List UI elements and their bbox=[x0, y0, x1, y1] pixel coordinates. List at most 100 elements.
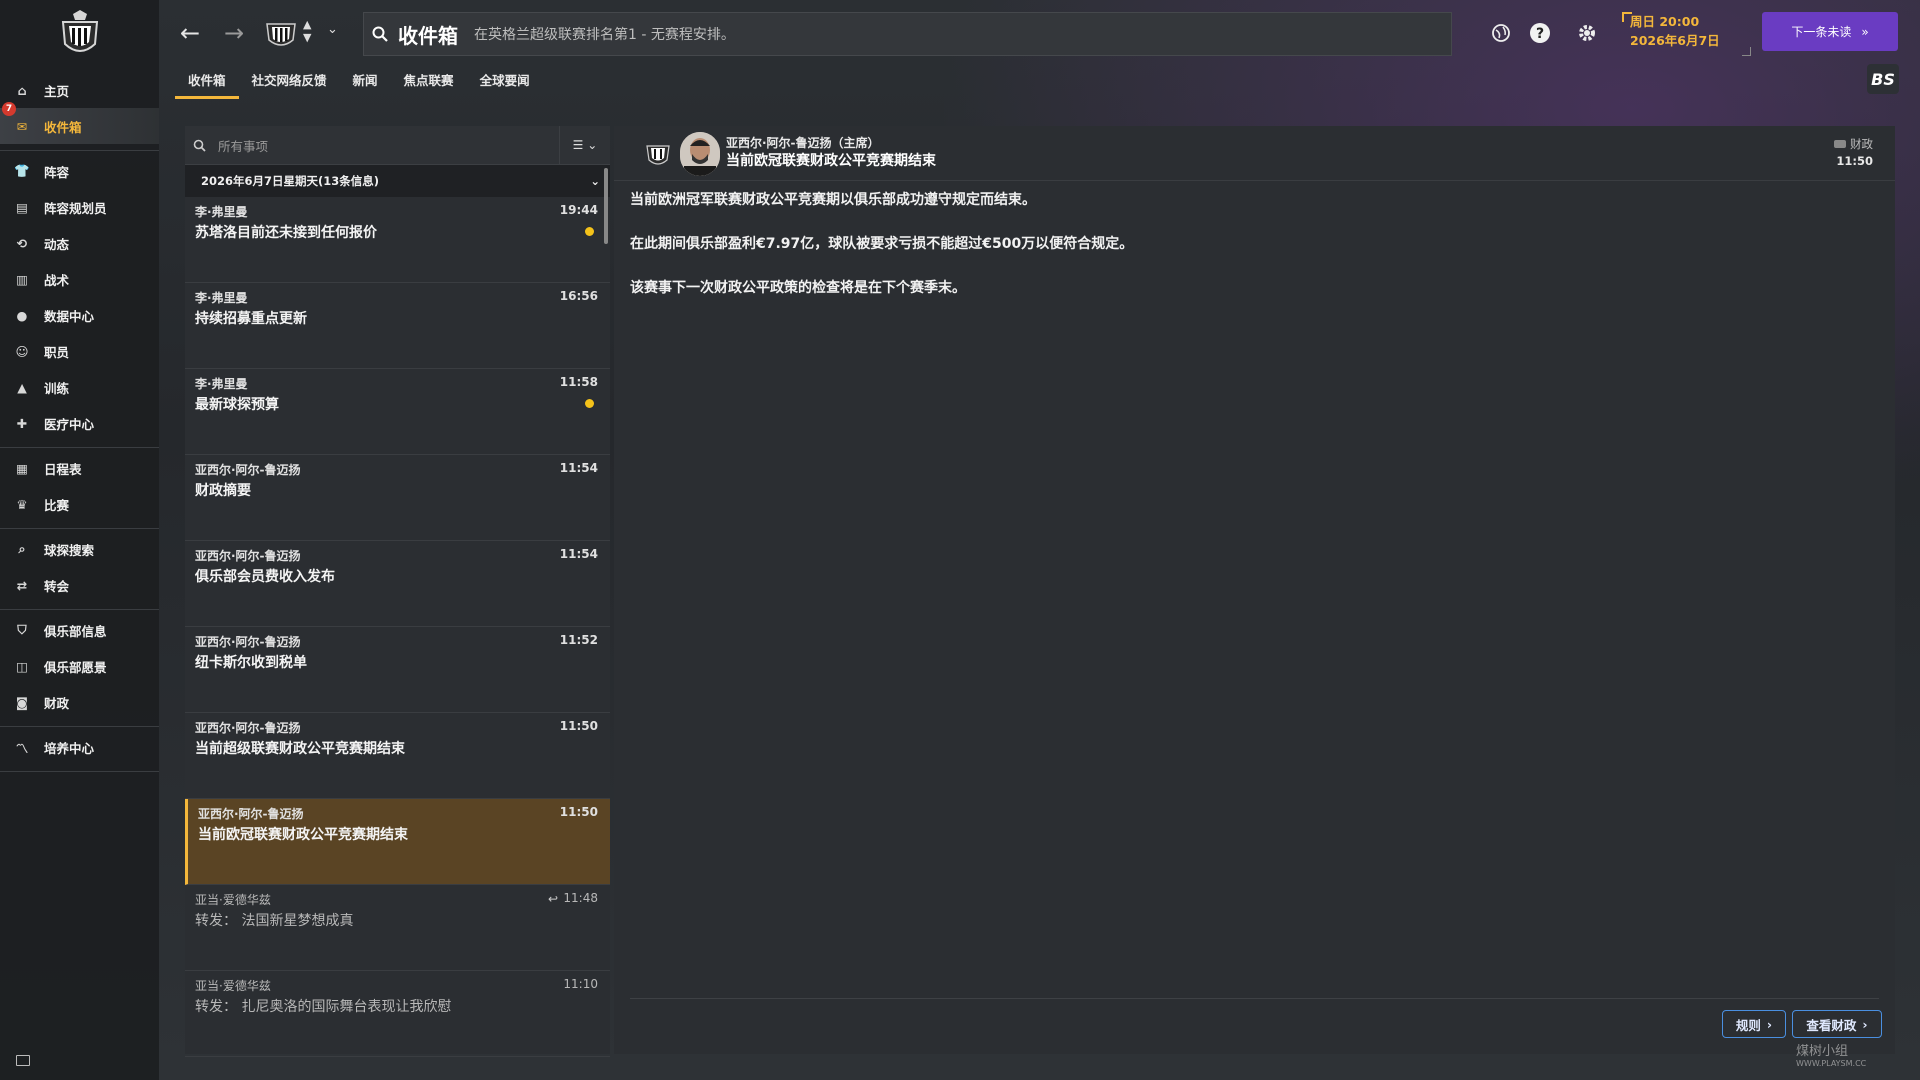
game-date[interactable]: 周日 20:00 2026年6月7日 bbox=[1622, 12, 1751, 56]
sidebar-item-label: 训练 bbox=[44, 380, 70, 396]
sidebar-item-label: 阵容 bbox=[44, 164, 70, 180]
sidebar-item-shield[interactable]: ⛉ 俱乐部信息 bbox=[0, 612, 159, 648]
message-subject: 当前欧冠联赛财政公平竞赛期结束 bbox=[198, 827, 408, 843]
svg-text:?: ? bbox=[1536, 26, 1544, 42]
tab-0[interactable]: 收件箱 bbox=[175, 68, 239, 99]
chevron-right-icon: › bbox=[1862, 1016, 1868, 1032]
nav-group: ⛉ 俱乐部信息 ◫ 俱乐部愿景 ◙ 财政 bbox=[0, 610, 159, 727]
message-subject: 苏塔洛目前还未接到任何报价 bbox=[195, 225, 377, 241]
message-sender: 亚西尔·阿尔-鲁迈扬 bbox=[195, 463, 301, 477]
sidebar-item-tactics[interactable]: ▥ 战术 bbox=[0, 261, 159, 297]
message-subject: 转发： 扎尼奥洛的国际舞台表现让我欣慰 bbox=[195, 999, 452, 1015]
sidebar-item-vision[interactable]: ◫ 俱乐部愿景 bbox=[0, 648, 159, 684]
sidebar-item-trophy[interactable]: ♛ 比赛 bbox=[0, 486, 159, 522]
sidebar-item-scout-search[interactable]: ⌕ 球探搜索 bbox=[0, 531, 159, 567]
finance-icon: ◙ bbox=[15, 694, 29, 710]
training-icon: ▲ bbox=[17, 379, 27, 395]
team-crest-icon[interactable] bbox=[262, 14, 300, 52]
tab-1[interactable]: 社交网络反馈 bbox=[239, 68, 340, 96]
sidebar-item-staff[interactable]: ☺ 职员 bbox=[0, 333, 159, 369]
sidebar-item-transfer[interactable]: ⇄ 转会 bbox=[0, 567, 159, 603]
message-time: 11:48 bbox=[563, 891, 598, 905]
page-search-bar[interactable]: 收件箱 在英格兰超级联赛排名第1 - 无赛程安排。 bbox=[363, 12, 1452, 56]
message-list-item[interactable]: 李·弗里曼 16:56 持续招募重点更新 bbox=[185, 283, 610, 369]
sidebar-item-dynamics[interactable]: ⟲ 动态 bbox=[0, 225, 159, 261]
world-icon[interactable] bbox=[1490, 22, 1512, 44]
category-label: 财政 bbox=[1850, 137, 1873, 151]
message-list-item[interactable]: 亚当·爱德华兹 11:10 转发： 扎尼奥洛的国际舞台表现让我欣慰 bbox=[185, 971, 610, 1057]
sidebar-item-label: 比赛 bbox=[44, 497, 70, 513]
sidebar-item-inbox[interactable]: ✉ 收件箱 7 bbox=[0, 102, 159, 144]
sidebar-item-training[interactable]: ▲ 训练 bbox=[0, 369, 159, 405]
message-subject: 俱乐部会员费收入发布 bbox=[195, 569, 335, 585]
sidebar-item-label: 俱乐部愿景 bbox=[44, 659, 107, 675]
message-body: 当前欧洲冠军联赛财政公平竞赛期以俱乐部成功遵守规定而结束。 在此期间俱乐部盈利€… bbox=[630, 192, 1830, 324]
club-crest-icon[interactable] bbox=[55, 8, 105, 60]
sidebar-item-clipboard[interactable]: ▤ 阵容规划员 bbox=[0, 189, 159, 225]
team-switch-arrows-icon[interactable]: ▲ ▼ bbox=[303, 18, 311, 44]
shield-icon: ⛉ bbox=[17, 622, 27, 637]
unread-count-badge: 7 bbox=[2, 102, 16, 116]
message-list-item[interactable]: 亚当·爱德华兹 11:48 转发： 法国新星梦想成真 ↩ bbox=[185, 885, 610, 971]
chevron-down-icon[interactable]: ⌄ bbox=[327, 22, 338, 37]
message-sender: 亚当·爱德华兹 bbox=[195, 979, 271, 993]
brand-logo[interactable]: BS bbox=[1867, 64, 1899, 94]
forward-button[interactable]: → bbox=[219, 18, 249, 48]
nav-group: ▦ 日程表 ♛ 比赛 bbox=[0, 448, 159, 529]
rules-label: 规则 bbox=[1735, 1017, 1761, 1033]
sidebar-item-finance[interactable]: ◙ 财政 bbox=[0, 684, 159, 720]
message-list-item[interactable]: 亚西尔·阿尔-鲁迈扬 11:50 当前欧冠联赛财政公平竞赛期结束 bbox=[185, 799, 610, 885]
rules-button[interactable]: 规则 › bbox=[1722, 1010, 1786, 1038]
sidebar-item-label: 职员 bbox=[44, 344, 70, 360]
sidebar-item-data-hub[interactable]: ● 数据中心 bbox=[0, 297, 159, 333]
sidebar-item-label: 医疗中心 bbox=[44, 416, 95, 432]
message-time: 11:58 bbox=[559, 375, 598, 389]
message-list-item[interactable]: 李·弗里曼 19:44 苏塔洛目前还未接到任何报价 bbox=[185, 197, 610, 283]
message-subject: 当前欧冠联赛财政公平竞赛期结束 bbox=[726, 153, 936, 169]
sidebar-item-medical[interactable]: ✚ 医疗中心 bbox=[0, 405, 159, 441]
sidebar-item-development[interactable]: 〽培养中心 bbox=[0, 729, 159, 765]
message-list-item[interactable]: 亚西尔·阿尔-鲁迈扬 11:54 俱乐部会员费收入发布 bbox=[185, 541, 610, 627]
message-subject: 纽卡斯尔收到税单 bbox=[195, 655, 307, 671]
tab-2[interactable]: 新闻 bbox=[340, 68, 391, 96]
sidebar-item-home[interactable]: ⌂ 主页 bbox=[0, 72, 159, 108]
message-detail-panel: 亚西尔·阿尔-鲁迈扬（主席） 当前欧冠联赛财政公平竞赛期结束 财政 11:50 … bbox=[614, 126, 1895, 1054]
date-group-header[interactable]: 2026年6月7日星期天(13条信息) ⌄ bbox=[185, 165, 610, 197]
sidebar-item-shirt[interactable]: 👕 阵容 bbox=[0, 153, 159, 189]
sidebar-item-label: 动态 bbox=[44, 236, 70, 252]
message-subject: 转发： 法国新星梦想成真 bbox=[195, 913, 354, 929]
next-unread-button[interactable]: 下一条未读 » bbox=[1762, 12, 1898, 51]
inbox-search-input[interactable]: 所有事项 bbox=[218, 136, 559, 155]
view-finance-button[interactable]: 查看财政 › bbox=[1792, 1010, 1882, 1038]
settings-gear-icon[interactable] bbox=[1576, 22, 1598, 44]
chevron-down-icon: ⌄ bbox=[590, 174, 600, 188]
sidebar-item-label: 转会 bbox=[44, 578, 70, 594]
shirt-icon: 👕 bbox=[14, 163, 30, 178]
date-day: 2026年6月7日 bbox=[1630, 33, 1720, 48]
message-list-item[interactable]: 李·弗里曼 11:58 最新球探预算 bbox=[185, 369, 610, 455]
clipboard-icon: ▤ bbox=[16, 199, 28, 215]
body-paragraph: 当前欧洲冠军联赛财政公平竞赛期以俱乐部成功遵守规定而结束。 bbox=[630, 192, 1036, 208]
sidebar-item-label: 战术 bbox=[44, 272, 70, 288]
message-time: 11:54 bbox=[559, 547, 598, 561]
list-scrollbar[interactable] bbox=[604, 168, 608, 244]
watermark-url: WWW.PLAYSM.CC bbox=[1796, 1059, 1867, 1068]
message-list-item[interactable]: 亚西尔·阿尔-鲁迈扬 11:54 财政摘要 bbox=[185, 455, 610, 541]
message-list-item[interactable]: 亚西尔·阿尔-鲁迈扬 11:52 纽卡斯尔收到税单 bbox=[185, 627, 610, 713]
date-corner-decoration bbox=[1622, 12, 1632, 22]
sidebar-item-calendar[interactable]: ▦ 日程表 bbox=[0, 450, 159, 486]
screen-toggle-icon[interactable] bbox=[16, 1055, 30, 1066]
body-paragraph: 该赛事下一次财政公平政策的检查将是在下个赛季末。 bbox=[630, 280, 966, 296]
message-list: 李·弗里曼 19:44 苏塔洛目前还未接到任何报价李·弗里曼 16:56 持续招募重点更… bbox=[185, 197, 610, 1057]
message-time: 11:50 bbox=[559, 719, 598, 733]
unread-dot-icon bbox=[585, 227, 594, 236]
help-icon[interactable]: ? bbox=[1529, 22, 1551, 44]
tab-4[interactable]: 全球要闻 bbox=[467, 68, 543, 96]
back-button[interactable]: ← bbox=[175, 18, 205, 48]
tab-3[interactable]: 焦点联赛 bbox=[391, 68, 467, 96]
list-options-menu-icon[interactable]: ☰ ⌄ bbox=[559, 126, 610, 164]
message-sender: 李·弗里曼 bbox=[195, 205, 248, 219]
message-time: 19:44 bbox=[559, 203, 598, 217]
message-sender[interactable]: 亚西尔·阿尔-鲁迈扬（主席） bbox=[726, 134, 880, 151]
message-list-item[interactable]: 亚西尔·阿尔-鲁迈扬 11:50 当前超级联赛财政公平竞赛期结束 bbox=[185, 713, 610, 799]
